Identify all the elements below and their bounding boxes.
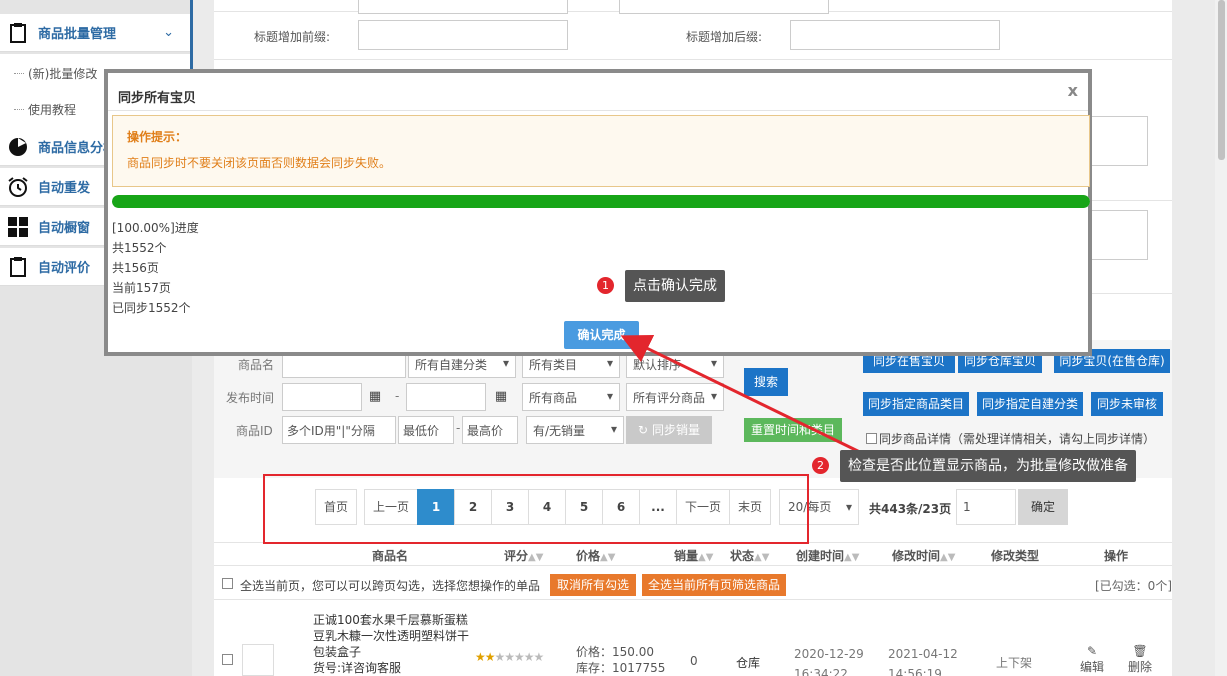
annotation-number-1: 1 [597, 277, 614, 294]
annotation-callout-1: 点击确认完成 [625, 270, 725, 302]
annotation-arrow [620, 335, 869, 458]
annotation-number-2: 2 [812, 457, 829, 474]
annotation-callout-2: 检查是否此位置显示商品，为批量修改做准备 [840, 450, 1136, 482]
